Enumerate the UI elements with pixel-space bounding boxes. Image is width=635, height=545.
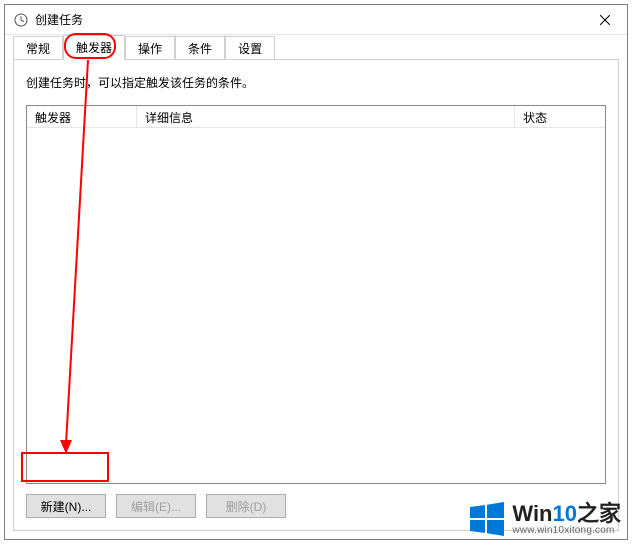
delete-button[interactable]: 删除(D) [206,494,286,518]
tab-actions[interactable]: 操作 [125,36,175,60]
button-row: 新建(N)... 编辑(E)... 删除(D) [26,494,606,518]
titlebar: 创建任务 [5,5,627,35]
clock-icon [13,12,29,28]
column-trigger[interactable]: 触发器 [27,106,137,127]
column-details[interactable]: 详细信息 [137,106,515,127]
listview-header: 触发器 详细信息 状态 [27,106,605,128]
triggers-listview[interactable]: 触发器 详细信息 状态 [26,105,606,484]
listview-body [27,128,605,483]
tab-settings[interactable]: 设置 [225,36,275,60]
tab-triggers[interactable]: 触发器 [63,35,125,60]
panel-description: 创建任务时，可以指定触发该任务的条件。 [26,74,606,91]
create-task-window: 创建任务 常规 触发器 操作 条件 设置 创建任务时，可以指定触发该任务的条件。… [4,4,628,540]
close-button[interactable] [583,5,627,35]
new-button[interactable]: 新建(N)... [26,494,106,518]
tab-conditions[interactable]: 条件 [175,36,225,60]
tab-panel: 创建任务时，可以指定触发该任务的条件。 触发器 详细信息 状态 新建(N)...… [13,59,619,531]
close-icon [600,15,610,25]
edit-button[interactable]: 编辑(E)... [116,494,196,518]
window-title: 创建任务 [35,11,583,28]
tabstrip: 常规 触发器 操作 条件 设置 [5,35,627,59]
column-status[interactable]: 状态 [515,106,605,127]
tab-general[interactable]: 常规 [13,36,63,60]
